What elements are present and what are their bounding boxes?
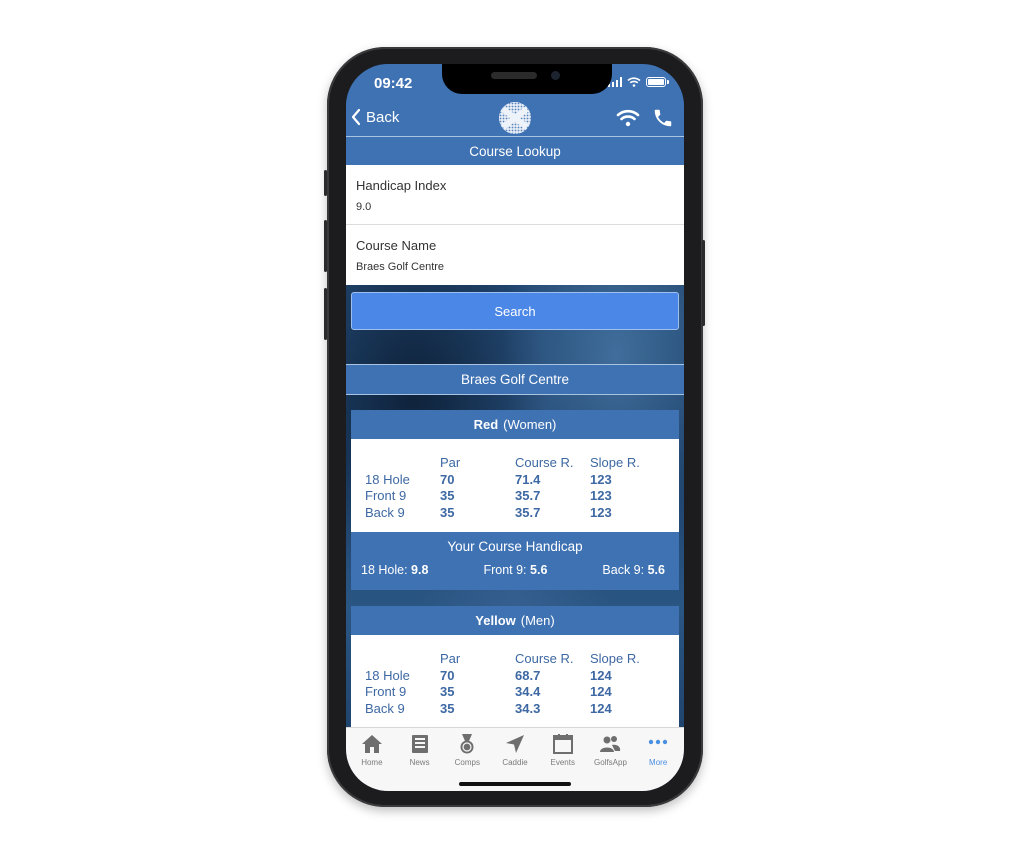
lookup-form: Handicap Index 9.0 Course Name Braes Gol… bbox=[346, 165, 684, 285]
search-button[interactable]: Search bbox=[351, 292, 679, 330]
back-label: Back bbox=[366, 108, 400, 126]
front-camera bbox=[551, 71, 560, 80]
tab-golfsapp[interactable]: GolfsApp bbox=[587, 732, 635, 791]
col-course-rating: Course R. bbox=[515, 455, 574, 470]
news-icon bbox=[411, 735, 428, 753]
status-icons bbox=[607, 77, 669, 87]
handicap-back-9: Back 9: 5.6 bbox=[602, 563, 665, 577]
table-row: Front 9 35 35.7 123 bbox=[365, 488, 612, 503]
table-row: 18 Hole 70 71.4 123 bbox=[365, 471, 612, 487]
home-icon bbox=[361, 735, 382, 753]
tee-card-yellow: Yellow (Men) Par Course R. Slope R. 18 H… bbox=[351, 606, 679, 728]
status-time: 09:42 bbox=[374, 75, 413, 92]
more-dots-icon bbox=[648, 739, 668, 745]
wifi-icon[interactable] bbox=[616, 109, 640, 127]
home-indicator[interactable] bbox=[459, 782, 571, 786]
tee-gender: (Women) bbox=[503, 417, 557, 432]
power-button bbox=[702, 240, 705, 326]
club-logo[interactable] bbox=[499, 102, 531, 134]
course-handicap-title: Your Course Handicap bbox=[447, 539, 583, 554]
saltire-golf-ball-logo-icon bbox=[499, 102, 531, 134]
col-par: Par bbox=[440, 651, 461, 666]
tee-ratings-table: Par Course R. Slope R. 18 Hole 70 68.7 1… bbox=[351, 635, 679, 728]
status-wifi-icon bbox=[627, 77, 641, 87]
handicap-18-hole: 18 Hole: 9.8 bbox=[361, 563, 429, 577]
volume-down-button bbox=[324, 288, 327, 340]
table-row: Back 9 35 34.3 124 bbox=[365, 700, 612, 716]
handicap-index-field[interactable]: Handicap Index 9.0 bbox=[346, 165, 684, 225]
handicap-front-9: Front 9: 5.6 bbox=[483, 563, 548, 577]
table-header-row: Par Course R. Slope R. bbox=[365, 651, 679, 668]
handicap-index-input[interactable]: 9.0 bbox=[356, 201, 674, 213]
tee-colour: Yellow bbox=[475, 613, 516, 628]
users-icon bbox=[600, 736, 621, 752]
table-row: Back 9 35 35.7 123 bbox=[365, 504, 612, 520]
tee-ratings-table: Par Course R. Slope R. 18 Hole 70 71.4 1… bbox=[351, 439, 679, 532]
tee-header: Red (Women) bbox=[351, 410, 679, 439]
tee-colour: Red bbox=[473, 417, 499, 432]
course-name-input[interactable]: Braes Golf Centre bbox=[356, 261, 674, 273]
notch bbox=[442, 64, 612, 94]
navigation-arrow-icon bbox=[506, 735, 525, 753]
back-button[interactable]: Back bbox=[350, 108, 399, 126]
course-handicap-box: Your Course Handicap 18 Hole: 9.8 Front … bbox=[351, 532, 679, 590]
volume-up-button bbox=[324, 220, 327, 272]
handicap-index-label: Handicap Index bbox=[356, 178, 447, 193]
table-row: Front 9 35 34.4 124 bbox=[365, 684, 612, 699]
battery-icon bbox=[646, 77, 669, 87]
chevron-left-icon bbox=[351, 108, 361, 126]
course-lookup-title: Course Lookup bbox=[469, 143, 561, 159]
course-name-field[interactable]: Course Name Braes Golf Centre bbox=[346, 225, 684, 285]
speaker-grille bbox=[491, 72, 537, 79]
mute-switch bbox=[324, 170, 327, 196]
medal-icon bbox=[460, 734, 474, 754]
col-course-rating: Course R. bbox=[515, 651, 574, 666]
phone-icon[interactable] bbox=[652, 107, 674, 129]
table-row: 18 Hole 70 68.7 124 bbox=[365, 667, 612, 683]
tee-gender: (Men) bbox=[520, 613, 555, 628]
calendar-icon bbox=[552, 734, 573, 754]
course-name-label: Course Name bbox=[356, 238, 437, 253]
course-result-header: Braes Golf Centre bbox=[346, 364, 684, 395]
col-slope-rating: Slope R. bbox=[590, 651, 640, 666]
col-slope-rating: Slope R. bbox=[590, 455, 640, 470]
tab-more[interactable]: More bbox=[634, 732, 682, 791]
course-lookup-header: Course Lookup bbox=[346, 136, 684, 165]
tab-news[interactable]: News bbox=[396, 732, 444, 791]
tab-home[interactable]: Home bbox=[348, 732, 396, 791]
course-handicap-values: 18 Hole: 9.8 Front 9: 5.6 Back 9: 5.6 bbox=[351, 554, 679, 577]
app-screen: 09:42 Back Course Lookup Handicap Index … bbox=[346, 64, 684, 791]
tee-header: Yellow (Men) bbox=[351, 606, 679, 635]
table-header-row: Par Course R. Slope R. bbox=[365, 455, 679, 472]
col-par: Par bbox=[440, 455, 461, 470]
course-result-title: Braes Golf Centre bbox=[460, 372, 570, 387]
tee-card-red: Red (Women) Par Course R. Slope R. 18 Ho… bbox=[351, 410, 679, 590]
